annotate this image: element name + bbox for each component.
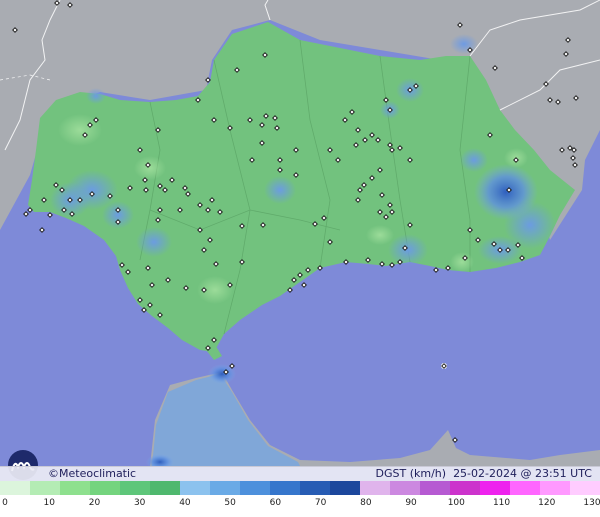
legend-tick-label: 30 (133, 498, 146, 508)
legend-tick-label: 120 (538, 498, 556, 508)
legend-swatch (120, 481, 150, 495)
legend-tick-label: 100 (447, 498, 465, 508)
legend-swatch (180, 481, 210, 495)
legend-swatch (210, 481, 240, 495)
legend-swatch (570, 481, 600, 495)
legend-tick-label: 80 (360, 498, 372, 508)
legend-swatch (0, 481, 30, 495)
legend-swatch (480, 481, 510, 495)
variable-label: DGST (km/h) (375, 467, 447, 480)
legend-swatch (540, 481, 570, 495)
legend-swatch (510, 481, 540, 495)
legend-swatch (60, 481, 90, 495)
legend-swatch (390, 481, 420, 495)
legend-tick-label: 90 (405, 498, 417, 508)
legend-tick-label: 20 (88, 498, 101, 508)
color-legend: 0 10 20 30 40 50 60 70 80 90 100 110 120 130 (0, 481, 600, 517)
legend-swatch (30, 481, 60, 495)
legend-swatch (420, 481, 450, 495)
legend-tick-label: 130 (583, 498, 600, 508)
legend-tick-label: 40 (179, 498, 191, 508)
legend-swatch (450, 481, 480, 495)
map-info: DGST (km/h) 25-02-2024 @ 23:51 UTC (376, 467, 592, 480)
legend-tick-label: 60 (269, 498, 282, 508)
timestamp: 25-02-2024 @ 23:51 UTC (453, 467, 592, 480)
legend-tick-label: 0 (2, 498, 8, 508)
legend-tick-label: 10 (43, 498, 55, 508)
brand-name: ©Meteoclimatic (48, 467, 137, 480)
legend-swatch (150, 481, 180, 495)
legend-tick-label: 70 (314, 498, 327, 508)
legend-tick-label: 110 (492, 498, 511, 508)
legend-swatch (300, 481, 330, 495)
wind-gust-map (0, 0, 600, 517)
legend-swatch (90, 481, 120, 495)
legend-swatch (330, 481, 360, 495)
legend-color-bar (0, 481, 600, 495)
legend-swatch (270, 481, 300, 495)
legend-swatch (360, 481, 390, 495)
legend-tick-label: 50 (224, 498, 236, 508)
legend-swatch (240, 481, 270, 495)
